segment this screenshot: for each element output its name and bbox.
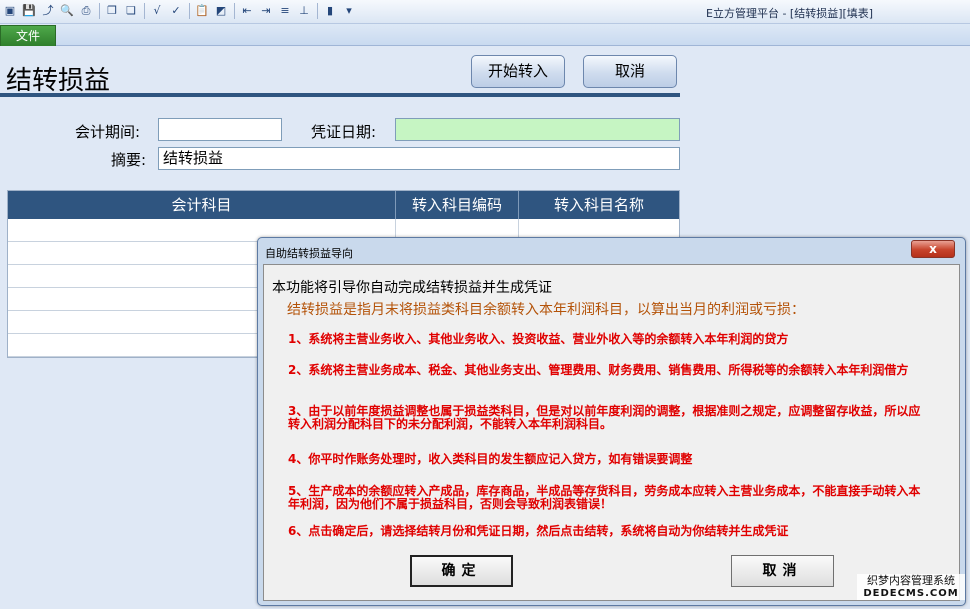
ribbon-bar: 文件 [0,24,970,46]
wizard-dialog: 自助结转损益导向 x 本功能将引导你自动完成结转损益并生成凭证 结转损益是指月末… [257,237,966,606]
period-label: 会计期间: [75,123,141,141]
rule-text-5: 5、生产成本的余额应转入产成品，库存商品，半成品等存货科目，劳务成本应转入主营业… [288,484,921,511]
window-icon[interactable]: ▣ [2,3,18,19]
rule-text-6: 6、点击确定后，请选择结转月份和凭证日期，然后点击结转，系统将自动为你结转并生成… [288,524,789,538]
clipboard-icon[interactable]: 📋 [194,3,210,19]
paste-window-icon[interactable]: ❏ [123,3,139,19]
rule-text-4: 4、你平时作账务处理时，收入类科目的发生额应记入贷方，如有错误要调整 [288,452,693,466]
close-icon[interactable]: x [911,240,955,258]
toolbar-separator [234,3,235,19]
chart-icon[interactable]: ◩ [213,3,229,19]
dialog-body: 本功能将引导你自动完成结转损益并生成凭证 结转损益是指月末将损益类科目余额转入本… [263,264,960,601]
align-icon[interactable]: ≡ [277,3,293,19]
rule-text-3: 3、由于以前年度损益调整也属于损益类科目，但是对以前年度利润的调整，根据准则之规… [288,404,921,431]
grid-header: 会计科目 转入科目编码 转入科目名称 [8,191,679,219]
toolbar-separator [189,3,190,19]
cancel-button[interactable]: 取消 [583,55,677,88]
rule-text-2: 2、系统将主营业务成本、税金、其他业务支出、管理费用、财务费用、销售费用、所得税… [288,363,909,377]
watermark-line-2: DEDECMS.COM [863,588,959,599]
export-icon[interactable]: ⤴ [40,3,56,19]
copy-window-icon[interactable]: ❐ [104,3,120,19]
title-bar: ▣ 💾 ⤴ 🔍 ⎙ ❐ ❏ √ ✓ 📋 ◩ ⇤ ⇥ ≡ ⊥ ▮ ▾ E立方管理平… [0,0,970,24]
indent-right-icon[interactable]: ⇥ [258,3,274,19]
window-title: E立方管理平台 - [结转损益][填表] [706,7,874,20]
preview-icon[interactable]: 🔍 [59,3,75,19]
align-bottom-icon[interactable]: ⊥ [296,3,312,19]
start-transfer-button[interactable]: 开始转入 [471,55,565,88]
dialog-heading: 本功能将引导你自动完成结转损益并生成凭证 [272,280,552,296]
book-icon[interactable]: ▮ [322,3,338,19]
dialog-cancel-button[interactable]: 取消 [731,555,834,587]
watermark: 织梦内容管理系统 DEDECMS.COM [857,574,965,600]
column-header-name[interactable]: 转入科目名称 [519,191,679,219]
ok-button[interactable]: 确定 [410,555,513,587]
column-header-code[interactable]: 转入科目编码 [396,191,519,219]
watermark-line-1: 织梦内容管理系统 [867,574,955,587]
dialog-subheading: 结转损益是指月末将损益类科目余额转入本年利润科目，以算出当月的利润或亏损： [287,302,805,318]
formula-icon[interactable]: √ [149,3,165,19]
page-title: 结转损益 [6,66,111,96]
rule-text-1: 1、系统将主营业务收入、其他业务收入、投资收益、营业外收入等的余额转入本年利润的… [288,332,789,346]
toolbar-separator [317,3,318,19]
toolbar-separator [144,3,145,19]
file-tab[interactable]: 文件 [0,25,56,46]
save-icon[interactable]: 💾 [21,3,37,19]
quick-access-toolbar: ▣ 💾 ⤴ 🔍 ⎙ ❐ ❏ √ ✓ 📋 ◩ ⇤ ⇥ ≡ ⊥ ▮ ▾ [2,3,360,19]
indent-left-icon[interactable]: ⇤ [239,3,255,19]
formula-check-icon[interactable]: ✓ [168,3,184,19]
voucher-date-label: 凭证日期: [311,123,377,141]
voucher-date-input[interactable] [395,118,680,141]
title-divider [0,93,680,97]
print-icon[interactable]: ⎙ [78,3,94,19]
summary-label: 摘要: [111,151,147,169]
toolbar-separator [99,3,100,19]
summary-input[interactable]: 结转损益 [158,147,680,170]
dropdown-icon[interactable]: ▾ [341,3,357,19]
column-header-account[interactable]: 会计科目 [8,191,396,219]
dialog-title: 自助结转损益导向 [265,247,353,260]
period-input[interactable] [158,118,282,141]
